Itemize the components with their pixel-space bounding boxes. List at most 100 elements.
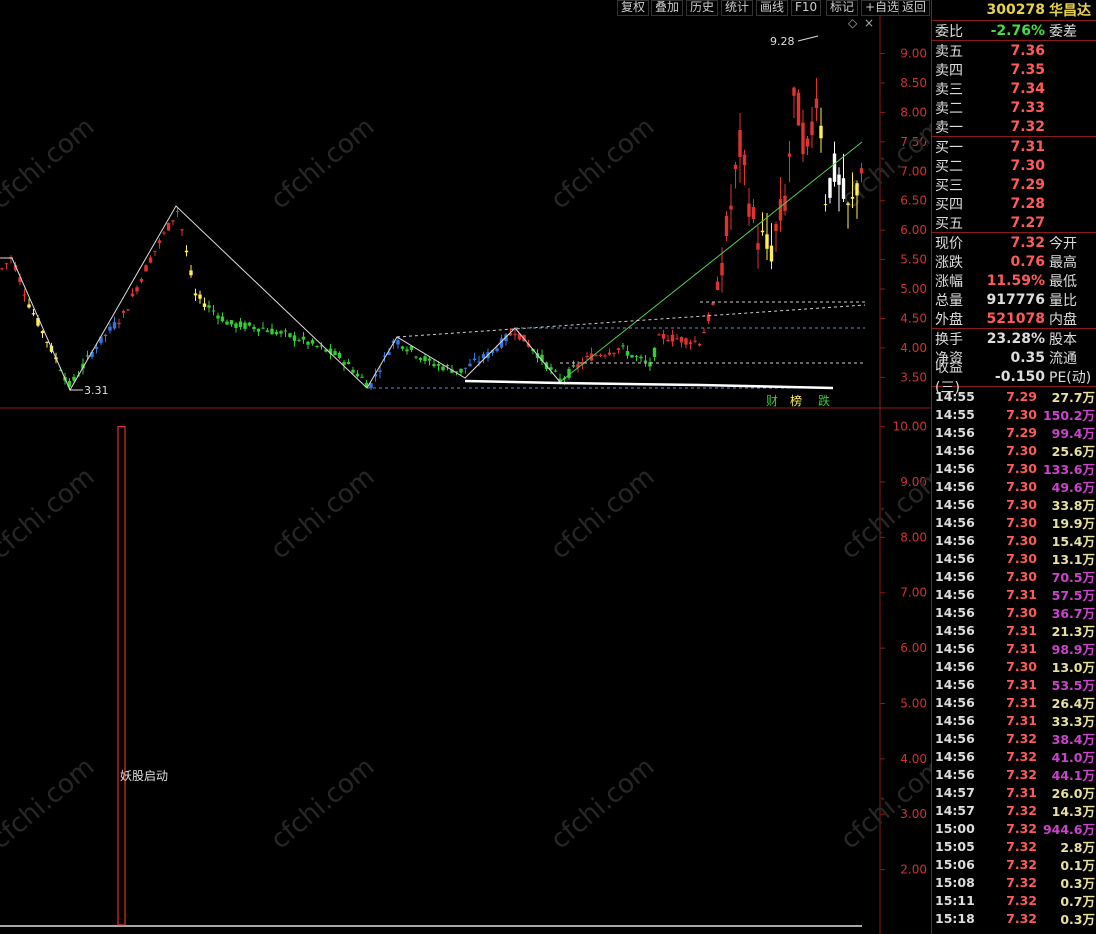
- candle-body: [720, 262, 724, 276]
- candle-body: [346, 362, 351, 364]
- ask-row-value: 7.35: [1010, 61, 1045, 78]
- tick-time: 15:08: [935, 874, 975, 890]
- candle-body: [459, 368, 463, 373]
- tick-volume: 19.9万: [1051, 515, 1095, 531]
- stock-code: 300278: [986, 2, 1045, 18]
- candle-body: [40, 331, 45, 334]
- toolbar-item-3[interactable]: 统计: [721, 0, 754, 16]
- candle-body: [657, 334, 661, 336]
- candle-body: [688, 342, 693, 345]
- tick-price: 7.31: [1006, 694, 1037, 710]
- tick-time: 14:56: [935, 586, 975, 602]
- toolbar-item-7[interactable]: +自选: [861, 0, 904, 16]
- candle-body: [432, 364, 436, 367]
- toolbar-item-1[interactable]: 叠加: [651, 0, 684, 16]
- candle-body: [22, 294, 27, 296]
- candle-body: [126, 309, 130, 311]
- watermark-text: cfchi.com: [265, 752, 380, 855]
- stat-row: 换手 23.28% 股本: [932, 329, 1096, 348]
- toolbar-item-2[interactable]: 历史: [686, 0, 719, 16]
- tick-volume: 49.6万: [1051, 479, 1095, 495]
- stat-row: 总量 917776 量比: [932, 290, 1096, 309]
- tick-volume: 26.0万: [1051, 785, 1095, 801]
- stat-row-label: 外盘: [935, 311, 963, 328]
- candle-body: [639, 356, 643, 359]
- tick-volume: 36.7万: [1051, 605, 1095, 621]
- tick-price: 7.29: [1006, 424, 1037, 440]
- bid-row-value: 7.31: [1010, 138, 1045, 155]
- tick-time: 14:56: [935, 604, 975, 620]
- candle-body: [670, 334, 675, 342]
- price-tick-label: 5.50: [900, 253, 927, 267]
- candle-body: [283, 330, 288, 332]
- tick-row: 15:08 7.32 0.3万: [932, 873, 1096, 891]
- toolbar-item-4[interactable]: 画线: [756, 0, 789, 16]
- candle-body: [715, 281, 720, 291]
- tick-row: 14:56 7.31 33.3万: [932, 711, 1096, 729]
- stat-row-value: 917776: [986, 291, 1045, 308]
- chart-tag: 榜: [790, 393, 802, 408]
- tick-time: 14:56: [935, 424, 975, 440]
- candle-body: [85, 355, 90, 357]
- tick-price: 7.32: [1006, 802, 1037, 818]
- candle-body: [661, 333, 666, 339]
- tick-row: 14:57 7.31 26.0万: [932, 783, 1096, 801]
- kline-chart[interactable]: 9.008.508.007.507.006.506.005.505.004.50…: [0, 0, 931, 934]
- candle-body: [310, 340, 315, 344]
- candle-body: [171, 220, 175, 222]
- candle-body: [288, 333, 292, 337]
- watermark-text: cfchi.com: [0, 462, 100, 565]
- chart-area[interactable]: 9.00 8.50 8.00 7.50 7.00 6.50 6.00 5.50 5.00 4.50…: [0, 0, 931, 934]
- candle-body: [616, 348, 621, 350]
- candle-body: [153, 250, 157, 252]
- candle-body: [202, 303, 207, 307]
- toolbar-item-6[interactable]: 标记: [826, 0, 859, 16]
- ask-row-label: 卖三: [935, 81, 963, 98]
- tick-volume: 26.4万: [1051, 695, 1095, 711]
- tick-row: 14:56 7.31 98.9万: [932, 639, 1096, 657]
- tick-volume: 38.4万: [1051, 731, 1095, 747]
- stat-row-right: 内盘: [1049, 311, 1077, 328]
- tick-time: 14:55: [935, 406, 975, 422]
- candle-body: [828, 178, 832, 198]
- candle-body: [229, 320, 234, 325]
- tick-time: 14:56: [935, 694, 975, 710]
- candle-body: [27, 304, 31, 308]
- tick-volume: 944.6万: [1042, 821, 1095, 837]
- candle-body: [697, 343, 702, 346]
- stat-row-value: -0.150: [994, 368, 1045, 385]
- candle-body: [765, 234, 769, 249]
- tick-volume: 21.3万: [1051, 623, 1095, 639]
- price-tick-label: 6.00: [900, 223, 927, 237]
- candle-body: [423, 356, 427, 362]
- tick-time: 14:56: [935, 514, 975, 530]
- candle-body: [234, 323, 238, 328]
- candle-body: [270, 328, 274, 335]
- ask-row-label: 卖一: [935, 119, 963, 136]
- candle-body: [859, 168, 864, 174]
- toolbar-item-5[interactable]: F10: [791, 0, 822, 16]
- candle-body: [189, 270, 193, 276]
- candle-body: [225, 321, 229, 325]
- watermark-text: cfchi.com: [545, 462, 660, 565]
- high-pointer: [797, 35, 819, 42]
- tick-row: 14:56 7.30 36.7万: [932, 603, 1096, 621]
- tick-volume: 57.5万: [1051, 587, 1095, 603]
- indicator-tick-label: 8.00: [900, 530, 927, 544]
- tick-row: 15:05 7.32 2.8万: [932, 837, 1096, 855]
- tick-price: 7.30: [1006, 550, 1037, 566]
- bid-row: 买一 7.31: [932, 137, 1096, 156]
- tick-row: 15:06 7.32 0.1万: [932, 855, 1096, 873]
- tick-price: 7.30: [1006, 442, 1037, 458]
- toolbar-item-8[interactable]: 返回: [898, 0, 931, 16]
- candle-body: [256, 328, 261, 332]
- toolbar-item-0[interactable]: 复权: [617, 0, 650, 16]
- candle-body: [265, 330, 270, 333]
- candle-body: [238, 321, 243, 328]
- tick-row: 15:18 7.32 0.3万: [932, 909, 1096, 927]
- candle-body: [139, 278, 144, 282]
- stat-row-label: 换手: [935, 331, 963, 348]
- candle-body: [594, 355, 598, 357]
- tick-volume: 25.6万: [1051, 443, 1095, 459]
- tick-price: 7.30: [1006, 478, 1037, 494]
